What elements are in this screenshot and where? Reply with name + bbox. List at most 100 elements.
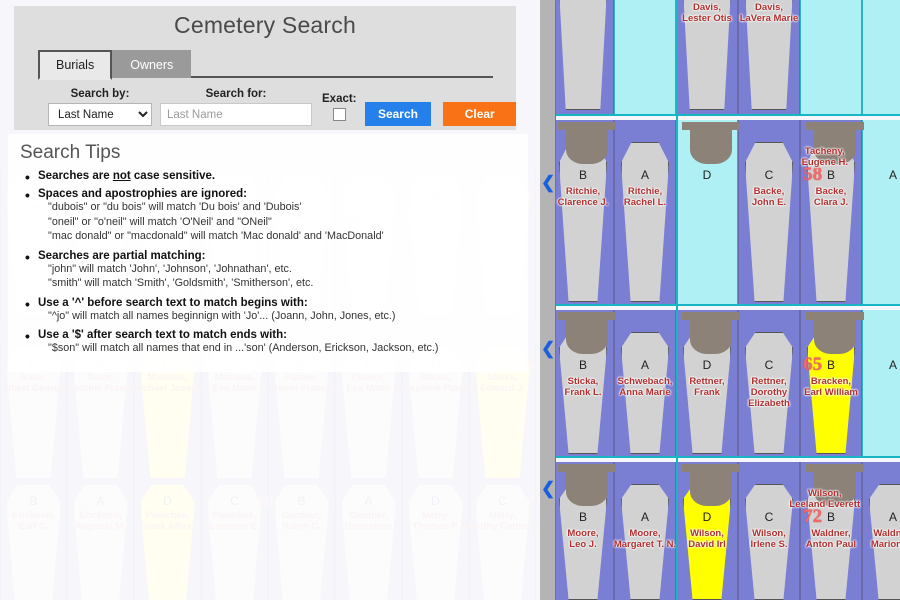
plot-row[interactable]: BADDavis,Lester OtisCDavis,LaVera MarieB…	[540, 0, 900, 114]
search-for-label: Search for:	[205, 88, 267, 100]
headstone-marker[interactable]	[566, 128, 608, 164]
search-button[interactable]: Search	[364, 102, 432, 126]
plot-cell[interactable]: AWaldner,Marion M.	[862, 462, 900, 600]
headstone-marker[interactable]	[690, 128, 732, 164]
row-divider	[540, 304, 900, 306]
plot-cell[interactable]: D Palechek, Frank Albert	[134, 478, 201, 600]
plot-cell[interactable]: C Wilson, Irlene S.	[738, 462, 800, 600]
plot-cell[interactable]: A Erickson, Augusta M.	[67, 478, 134, 600]
search-tips-panel: Search Tips Searches are not case sensit…	[8, 134, 528, 372]
search-input[interactable]	[160, 103, 312, 126]
plot-cell[interactable]: B	[800, 0, 862, 114]
grave-marker[interactable]	[807, 142, 855, 302]
grave-marker[interactable]	[745, 484, 793, 600]
plot-cell[interactable]: A Moore, Margaret T. N.	[614, 462, 676, 600]
grave-marker[interactable]	[559, 0, 607, 110]
grave-marker[interactable]	[408, 484, 463, 600]
headstone-marker[interactable]	[814, 128, 856, 164]
plot-cell[interactable]: DDavis,Lester Otis	[676, 0, 738, 114]
plot-cell[interactable]: A	[862, 310, 900, 456]
search-tip-example: "$son" will match all names that end in …	[48, 342, 439, 354]
chevron-left-icon[interactable]: ❮	[541, 480, 555, 497]
row-divider	[540, 456, 900, 458]
headstone-marker[interactable]	[566, 470, 608, 506]
plot-cell[interactable]: A Schwebach, Anna Marie	[614, 310, 676, 456]
cemetery-map-right-section[interactable]: BADDavis,Lester OtisCDavis,LaVera MarieB…	[540, 0, 900, 600]
search-tip-item: Searches are partial matching:"john" wil…	[20, 249, 518, 291]
search-tip-heading: Use a '$' after search text to match end…	[20, 328, 518, 344]
headstone-marker[interactable]	[566, 318, 608, 354]
clear-button[interactable]: Clear	[443, 102, 516, 126]
grave-marker[interactable]	[683, 0, 731, 110]
headstone-marker[interactable]	[814, 470, 856, 506]
search-tip-heading: Spaces and apostrophies are ignored:	[20, 187, 518, 203]
headstone-marker[interactable]	[690, 470, 732, 506]
tab-burials[interactable]: Burials	[38, 50, 113, 80]
search-by-select[interactable]: Last Name	[48, 103, 152, 126]
plot-cell[interactable]: C Metry, Dorothy Catherine	[461, 478, 540, 600]
plot-cell[interactable]: B Gardner, Ralph C.	[268, 478, 335, 600]
grave-marker[interactable]	[341, 484, 396, 600]
grave-marker[interactable]	[140, 484, 195, 600]
headstone-marker[interactable]	[690, 318, 732, 354]
grave-marker[interactable]	[274, 484, 329, 600]
headstone-marker[interactable]	[814, 318, 856, 354]
plot-cell[interactable]: A	[614, 0, 676, 114]
column-divider	[676, 0, 678, 600]
search-tip-example: "oneil" or "o'neil" will match 'O'Neil' …	[48, 215, 272, 228]
search-tips-title: Search Tips	[20, 142, 121, 163]
plot-cell[interactable]: A	[862, 120, 900, 304]
search-tips-list: Searches are not case sensitive. Spaces a…	[20, 169, 518, 356]
search-tip-heading: Use a '^' before search text to match be…	[20, 296, 518, 312]
plot-cell[interactable]: A	[862, 0, 900, 114]
grave-marker[interactable]	[207, 484, 262, 600]
search-tip-item: Use a '$' after search text to match end…	[20, 328, 518, 356]
exact-group: Exact:	[322, 93, 357, 126]
search-tip-example: "mac donald" or "macdonald" will match '…	[48, 230, 384, 242]
grave-marker[interactable]	[475, 484, 530, 600]
plot-cell[interactable]: C Backe, John E.	[738, 120, 800, 304]
grave-marker[interactable]	[621, 484, 669, 600]
grave-marker[interactable]	[559, 142, 607, 302]
search-tip-example: "john" will match 'John', 'Johnson', 'Jo…	[48, 262, 292, 275]
exact-label: Exact:	[322, 93, 357, 105]
plot-cell[interactable]: B	[552, 0, 614, 114]
chevron-left-icon[interactable]: ❮	[541, 174, 555, 191]
plot-cell[interactable]: B Erickson, Earl C.	[0, 478, 67, 600]
grave-marker[interactable]	[745, 332, 793, 454]
plot-cell[interactable]: A Gardner, Genevieve	[335, 478, 402, 600]
grave-marker[interactable]	[621, 142, 669, 302]
grave-marker[interactable]	[73, 484, 128, 600]
search-by-group: Search by: Last Name	[48, 88, 152, 126]
plot-cell[interactable]: C Palechek, Lorraine E.	[201, 478, 268, 600]
plot-letter: A	[888, 168, 897, 182]
exact-checkbox[interactable]	[332, 108, 346, 121]
plot-cell[interactable]: A Ritchie, Rachel L.	[614, 120, 676, 304]
search-tip-item: Spaces and apostrophies are ignored:"dub…	[20, 187, 518, 244]
grave-marker[interactable]	[621, 332, 669, 454]
plot-cell[interactable]: C Rettner, Dorothy Elizabeth	[738, 310, 800, 456]
search-tip-example: "dubois" or "du bois" will match 'Du boi…	[48, 201, 302, 213]
search-tip-item: Use a '^' before search text to match be…	[20, 296, 518, 324]
chevron-left-icon[interactable]: ❮	[541, 340, 555, 357]
grave-marker[interactable]	[745, 0, 793, 110]
plot-row[interactable]: B Erickson, Earl C. A Erickson, Augusta M. D Pa…	[0, 478, 540, 600]
search-by-label: Search by:	[70, 88, 130, 100]
search-tip-example: "^jo" will match all names beginnign wit…	[48, 309, 396, 322]
search-form: Search by: Last Name Search for: Exact: …	[14, 78, 516, 126]
plot-cell[interactable]: D Metry, Thomas P.	[402, 478, 469, 600]
grave-marker[interactable]	[745, 142, 793, 302]
search-tip-heading: Searches are not case sensitive.	[20, 169, 518, 185]
tab-bar: Burials Owners	[38, 48, 493, 80]
grave-marker[interactable]	[6, 484, 61, 600]
row-divider	[540, 114, 900, 116]
search-panel: Cemetery Search Burials Owners Search by:…	[14, 6, 516, 130]
grave-marker[interactable]	[869, 484, 900, 600]
tab-owners[interactable]: Owners	[112, 50, 192, 78]
search-tip-emphasis: not	[112, 170, 131, 182]
plot-cell[interactable]: CDavis,LaVera Marie	[738, 0, 800, 114]
map-collapse-strip[interactable]: ❮ ❮ ❮	[540, 0, 556, 600]
search-tip-example: "smith" will match 'Smith', 'Goldsmith',…	[48, 277, 314, 289]
page-title: Cemetery Search	[174, 12, 356, 38]
search-for-group: Search for:	[160, 88, 312, 126]
